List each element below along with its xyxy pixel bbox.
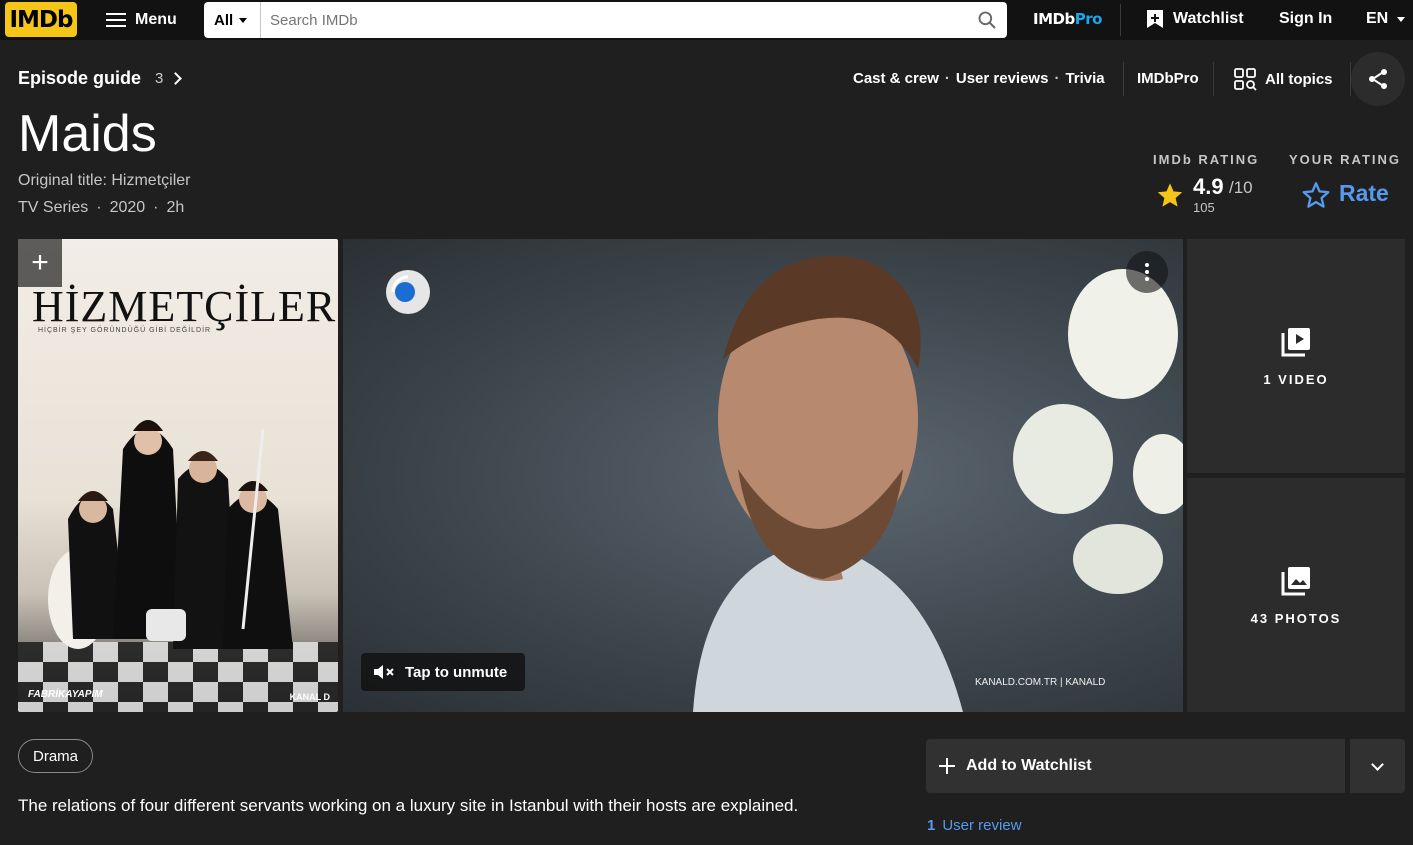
cast-crew-link[interactable]: Cast & crew — [853, 70, 939, 87]
bookmark-plus-icon — [1147, 10, 1163, 28]
imdbpro-pro: Pro — [1074, 10, 1103, 28]
title-runtime: 2h — [166, 199, 185, 216]
photos-tile[interactable]: 43 PHOTOS — [1187, 478, 1405, 712]
nav-divider — [1120, 4, 1121, 36]
subnav-links: Cast & crew · User reviews · Trivia — [853, 70, 1105, 87]
videos-tile[interactable]: 1 VIDEO — [1187, 239, 1405, 473]
imdb-logo[interactable]: IMDb — [5, 2, 77, 37]
user-review-label: User review — [942, 817, 1022, 834]
episode-guide-label: Episode guide — [18, 68, 142, 88]
muted-speaker-icon — [374, 665, 394, 679]
search-category-dropdown[interactable]: All — [204, 2, 261, 38]
search-icon[interactable] — [967, 2, 1007, 38]
original-title: Original title: Hizmetçiler — [18, 172, 191, 189]
watchlist-button[interactable]: Watchlist — [1146, 9, 1244, 29]
add-to-watchlist-label: Add to Watchlist — [966, 757, 1092, 774]
top-navbar: IMDb Menu All IMDbPro Watchlist Sign In … — [0, 0, 1413, 40]
more-options-button[interactable] — [1126, 251, 1168, 293]
language-selector[interactable]: EN — [1366, 10, 1406, 28]
kanal-d-logo-icon — [386, 270, 430, 314]
add-to-watchlist-button[interactable]: Add to Watchlist — [926, 739, 1345, 793]
photos-tile-label: 43 PHOTOS — [1250, 610, 1342, 626]
episode-guide-link[interactable]: Episode guide 3 — [18, 68, 183, 89]
video-library-icon — [1281, 327, 1310, 356]
caret-down-icon — [239, 17, 248, 23]
all-topics-button[interactable]: All topics — [1233, 67, 1333, 91]
genre-chip-drama[interactable]: Drama — [18, 739, 94, 773]
imdb-rating-max: /10 — [1229, 178, 1253, 197]
photo-library-icon — [1281, 566, 1310, 595]
plus-icon — [939, 758, 955, 774]
poster-tagline: HİÇBİR ŞEY GÖRÜNDÜĞÜ GİBİ DEĞİLDİR — [38, 327, 212, 334]
episode-count: 3 — [155, 70, 164, 87]
chevron-down-icon — [1371, 757, 1384, 771]
title-type: TV Series — [18, 199, 89, 216]
search-bar: All — [204, 2, 1007, 38]
share-icon — [1369, 69, 1387, 89]
user-reviews-link[interactable]: User reviews — [956, 70, 1049, 87]
caret-down-icon — [1397, 16, 1406, 22]
hamburger-icon — [106, 13, 126, 27]
imdbpro-link[interactable]: IMDbPro — [1033, 10, 1102, 28]
sign-in-link[interactable]: Sign In — [1279, 10, 1332, 28]
all-topics-label: All topics — [1265, 70, 1333, 88]
menu-label: Menu — [135, 11, 177, 28]
separator-dot: · — [153, 199, 159, 216]
rate-button[interactable]: Rate — [1339, 180, 1389, 207]
star-outline-icon[interactable] — [1302, 181, 1330, 209]
language-label: EN — [1366, 10, 1389, 27]
title-year[interactable]: 2020 — [110, 199, 146, 217]
imdb-rating-label: IMDb RATING — [1153, 152, 1260, 167]
user-review-link[interactable]: 1 User review — [927, 817, 1022, 834]
watchlist-dropdown-button[interactable] — [1350, 739, 1405, 793]
chevron-right-icon — [169, 72, 183, 85]
imdbpro-imdb: IMDb — [1033, 10, 1075, 28]
add-to-watchlist-plus-icon[interactable]: + — [18, 239, 62, 287]
poster-image[interactable]: HİZMETÇİLER HİÇBİR ŞEY GÖRÜNDÜĞÜ GİBİ DE… — [18, 239, 338, 712]
separator-dot: · — [96, 199, 102, 216]
subnav-divider — [1213, 62, 1214, 96]
search-input[interactable] — [261, 2, 967, 38]
your-rating-label: YOUR RATING — [1289, 152, 1402, 167]
poster-title-text: HİZMETÇİLER — [32, 282, 337, 331]
page-title: Maids — [18, 105, 157, 163]
video-frame-lamps — [1013, 269, 1183, 594]
menu-button[interactable]: Menu — [106, 8, 177, 32]
separator-dot: · — [1054, 70, 1060, 87]
user-review-count: 1 — [927, 817, 936, 834]
title-meta: TV Series · 2020 · 2h — [18, 199, 184, 217]
grid-icon — [1234, 68, 1257, 91]
trivia-link[interactable]: Trivia — [1065, 70, 1104, 87]
video-watermark: KANALD.COM.TR | KANALD — [975, 677, 1106, 688]
plot-summary: The relations of four different servants… — [18, 796, 799, 815]
poster-brand-right: KANAL D — [289, 692, 330, 702]
poster-brand-left: FABRİKAYAPIM — [28, 689, 103, 700]
star-filled-icon — [1157, 183, 1183, 207]
imdb-rating-count: 105 — [1193, 200, 1215, 215]
separator-dot: · — [944, 70, 950, 87]
share-button[interactable] — [1351, 52, 1405, 106]
search-category-label: All — [214, 11, 234, 29]
imdb-rating-value[interactable]: 4.9 — [1193, 174, 1224, 200]
subnav-divider — [1123, 62, 1124, 96]
videos-tile-label: 1 VIDEO — [1263, 371, 1329, 387]
unmute-label: Tap to unmute — [405, 663, 508, 681]
tap-to-unmute-button[interactable]: Tap to unmute — [361, 653, 526, 691]
watchlist-label: Watchlist — [1173, 10, 1244, 27]
subnav-imdbpro-link[interactable]: IMDbPro — [1137, 70, 1199, 87]
video-frame-man — [693, 256, 963, 712]
vertical-dots-icon — [1145, 263, 1149, 281]
poster-figures-illustration — [48, 420, 293, 649]
trailer-video-player[interactable]: Tap to unmute KANALD.COM.TR | KANALD — [343, 239, 1183, 712]
